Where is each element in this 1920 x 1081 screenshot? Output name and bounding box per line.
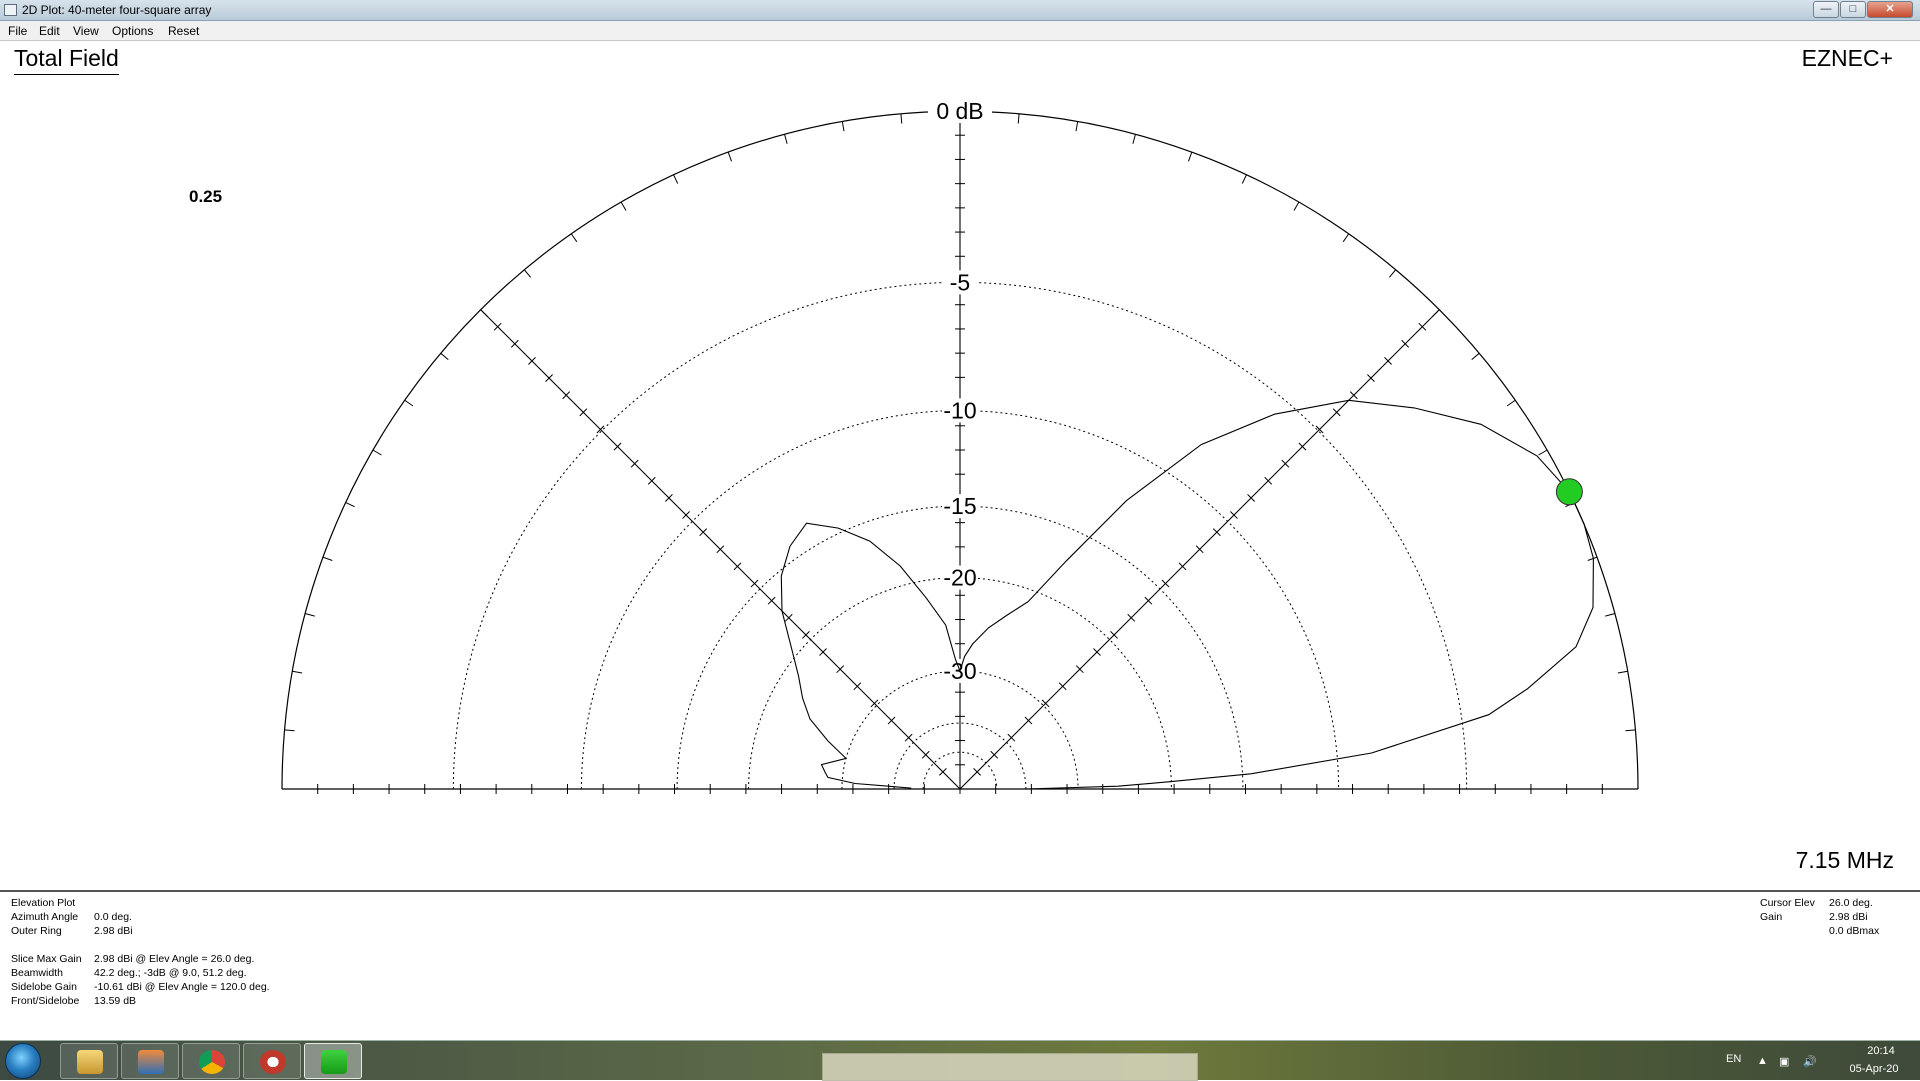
language-indicator[interactable]: EN <box>1726 1053 1741 1065</box>
angle-tick <box>1471 352 1480 361</box>
angle-tick <box>1132 133 1136 144</box>
menu-edit[interactable]: Edit <box>39 24 60 38</box>
angle-tick <box>620 201 627 211</box>
angle-tick <box>1617 670 1628 674</box>
clock-time[interactable]: 20:14 <box>1851 1045 1911 1057</box>
angle-tick <box>372 449 382 456</box>
angle-tick <box>284 729 295 732</box>
plot-area[interactable]: 0 dB -5 -10 -15 -20 -30 Total Field EZNEC+ 0.… <box>0 41 1920 890</box>
angle-tick <box>1605 613 1616 617</box>
polar-plot[interactable]: 0 dB-5-10-15-20-30 <box>0 41 1920 890</box>
app-icon[interactable] <box>4 4 17 16</box>
angle-tick <box>345 502 355 508</box>
network-tray-icon[interactable]: ▣ <box>1779 1055 1789 1068</box>
radiation-pattern-trace <box>780 399 1594 790</box>
taskbar: EN ▲ ▣ 🔊 20:14 05-Apr-20 <box>0 1040 1920 1081</box>
maximize-button[interactable]: □ <box>1840 1 1866 18</box>
menu-reset[interactable]: Reset <box>168 24 199 38</box>
angle-tick <box>784 133 788 144</box>
angle-tick <box>1538 449 1548 456</box>
angle-tick <box>322 556 333 562</box>
angle-tick <box>841 121 845 132</box>
chrome-icon <box>199 1050 225 1074</box>
brand-label: EZNEC+ <box>1801 45 1893 71</box>
angle-tick <box>1187 151 1193 162</box>
angle-tick <box>1625 729 1636 732</box>
angle-tick <box>673 174 679 184</box>
show-hidden-icons-icon[interactable]: ▲ <box>1757 1055 1768 1067</box>
ring-label-0: 0 dB <box>936 98 983 124</box>
ring-label-15: -15 <box>943 493 976 519</box>
eznec-icon <box>321 1050 347 1074</box>
angle-tick <box>1241 174 1247 184</box>
angle-tick <box>1342 233 1350 243</box>
folder-icon <box>77 1050 103 1074</box>
title-bar: 2D Plot: 40-meter four-square array — □ … <box>0 0 1920 21</box>
menu-view[interactable]: View <box>73 24 99 38</box>
angle-tick <box>404 399 414 407</box>
angle-tick <box>1388 269 1397 278</box>
volume-icon[interactable]: 🔊 <box>1803 1055 1817 1068</box>
axis-lines <box>282 111 1638 790</box>
angle-tick <box>304 613 315 617</box>
cursor-marker[interactable] <box>1555 478 1583 506</box>
angle-tick <box>900 113 903 124</box>
angle-tick <box>1587 556 1598 562</box>
clock-date[interactable]: 05-Apr-20 <box>1836 1063 1912 1075</box>
angle-tick <box>523 269 532 278</box>
frequency-label: 7.15 MHz <box>1795 847 1894 873</box>
radial-axis-45 <box>959 309 1440 790</box>
info-panel: Elevation Plot Azimuth Angle 0.0 deg. Out… <box>0 890 1920 1040</box>
angle-tick <box>727 151 733 162</box>
notification-popup[interactable] <box>822 1053 1198 1081</box>
plot-title: Total Field <box>14 45 119 75</box>
window-title: 2D Plot: 40-meter four-square array <box>22 3 212 17</box>
taskbar-network-app-button[interactable] <box>121 1043 179 1079</box>
taskbar-eznec-button[interactable] <box>304 1043 362 1079</box>
angle-tick <box>1506 399 1516 407</box>
start-button[interactable] <box>5 1043 41 1079</box>
angle-tick <box>292 670 303 674</box>
scale-label: 0.25 <box>189 187 223 206</box>
menu-options[interactable]: Options <box>112 24 153 38</box>
angle-tick <box>1075 121 1079 132</box>
angle-tick <box>570 233 578 243</box>
radial-axis-135 <box>480 309 961 790</box>
taskbar-globe-app-button[interactable] <box>243 1043 301 1079</box>
angle-tick <box>1293 201 1300 211</box>
ring-label-20: -20 <box>943 565 976 591</box>
minimize-button[interactable]: — <box>1813 1 1839 18</box>
taskbar-chrome-button[interactable] <box>182 1043 240 1079</box>
taskbar-explorer-button[interactable] <box>60 1043 118 1079</box>
network-app-icon <box>138 1050 164 1074</box>
ring-label-5: -5 <box>950 269 970 295</box>
menu-bar: File Edit View Options Reset <box>0 21 1920 41</box>
menu-file[interactable]: File <box>8 24 27 38</box>
close-button[interactable]: ✕ <box>1867 1 1913 18</box>
angle-tick <box>440 352 449 361</box>
globe-icon <box>260 1050 286 1074</box>
ring-label-10: -10 <box>943 397 976 423</box>
angle-tick <box>1017 113 1020 124</box>
